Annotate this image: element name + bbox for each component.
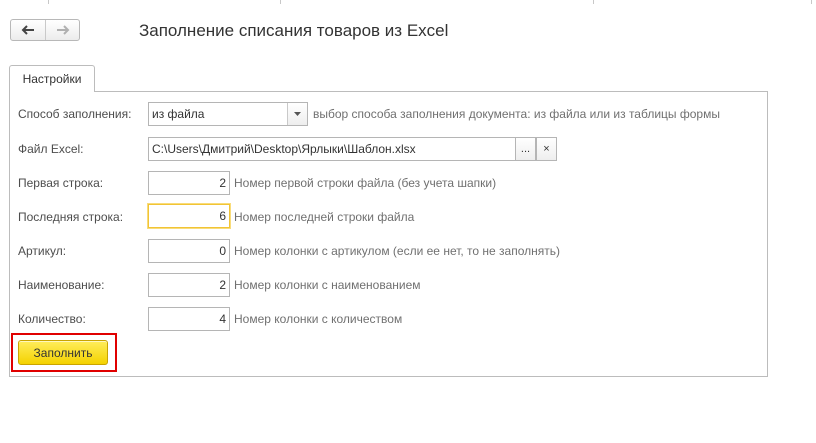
excel-file-input[interactable]: C:\Users\Дмитрий\Desktop\Ярлыки\Шаблон.x…	[148, 137, 516, 161]
name-hint: Номер колонки с наименованием	[234, 278, 421, 292]
first-row-label: Первая строка:	[18, 176, 104, 190]
arrow-left-icon	[21, 25, 34, 35]
fill-method-hint: выбор способа заполнения документа: из ф…	[313, 107, 720, 121]
fill-button[interactable]: Заполнить	[18, 340, 108, 365]
excel-file-path: C:\Users\Дмитрий\Desktop\Ярлыки\Шаблон.x…	[152, 142, 416, 156]
excel-file-label: Файл Excel:	[18, 142, 84, 156]
clear-file-button[interactable]: ×	[536, 137, 557, 161]
page-title: Заполнение списания товаров из Excel	[139, 21, 449, 40]
tab-settings[interactable]: Настройки	[9, 65, 95, 92]
forward-button[interactable]	[45, 20, 79, 40]
name-input[interactable]: 2	[148, 273, 230, 297]
fill-method-label: Способ заполнения:	[18, 107, 132, 121]
chevron-down-icon	[294, 112, 301, 116]
settings-panel	[9, 91, 768, 377]
quantity-input[interactable]: 4	[148, 307, 230, 331]
last-row-input[interactable]: 6	[148, 204, 230, 228]
last-row-label: Последняя строка:	[18, 210, 124, 224]
fill-method-select[interactable]: из файла	[148, 102, 308, 126]
arrow-right-icon	[56, 25, 69, 35]
article-hint: Номер колонки с артикулом (если ее нет, …	[234, 244, 561, 258]
last-row-hint: Номер последней строки файла	[234, 210, 415, 224]
first-row-input[interactable]: 2	[148, 171, 230, 195]
article-input[interactable]: 0	[148, 239, 230, 263]
first-row-hint: Номер первой строки файла (без учета шап…	[234, 176, 497, 190]
back-button[interactable]	[11, 20, 45, 40]
fill-method-value: из файла	[152, 107, 205, 121]
quantity-hint: Номер колонки с количеством	[234, 312, 403, 326]
choose-file-button[interactable]: ...	[515, 137, 536, 161]
navigation-buttons	[10, 19, 80, 41]
name-label: Наименование:	[18, 278, 105, 292]
dropdown-button[interactable]	[287, 103, 307, 125]
quantity-label: Количество:	[18, 312, 86, 326]
window-top-edge	[0, 0, 816, 4]
article-label: Артикул:	[18, 244, 67, 258]
